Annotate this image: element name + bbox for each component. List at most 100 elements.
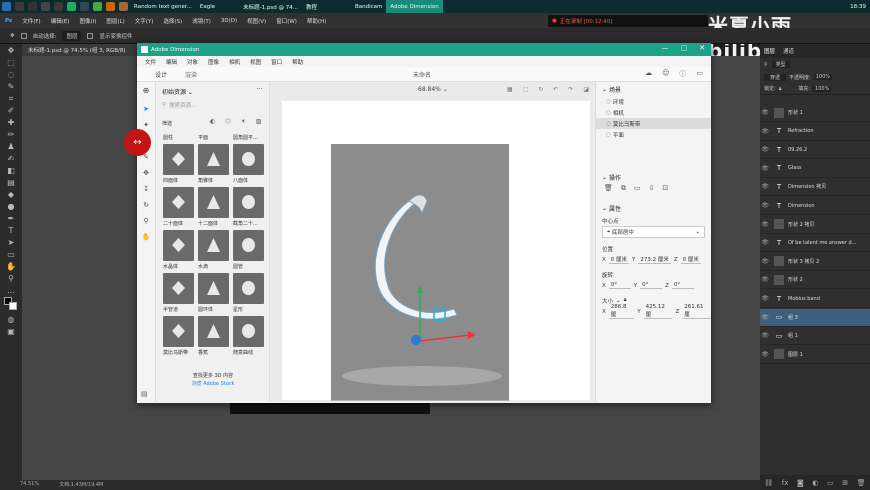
visibility-eye-icon[interactable]: 👁︎ <box>760 351 770 358</box>
visibility-eye-icon[interactable]: 👁︎ <box>760 202 770 209</box>
lasso-tool-icon[interactable]: ◌ <box>4 69 18 80</box>
asset-thumbnail[interactable] <box>233 144 264 175</box>
menu-item[interactable]: 对象 <box>182 58 203 66</box>
menu-item[interactable]: 相机 <box>224 58 245 66</box>
trash-icon[interactable]: 🗑︎ <box>857 479 866 487</box>
asset-thumbnail[interactable] <box>163 273 194 304</box>
scene-render[interactable] <box>282 101 590 401</box>
undo-icon[interactable]: ↶ <box>553 86 558 93</box>
menu-item[interactable]: 图像(I) <box>74 17 101 25</box>
taskbar-tab[interactable]: Random text gener... <box>130 0 196 13</box>
move-tool-icon[interactable]: ✥ <box>10 33 15 39</box>
taskbar-tab[interactable]: 教程 <box>302 0 321 13</box>
asset-thumbnail[interactable] <box>233 187 264 218</box>
scene-item[interactable]: ◌ 莫比乌斯带 <box>596 118 711 129</box>
cloud-icon[interactable]: ☁ <box>645 69 652 79</box>
orbit-tool-icon[interactable]: ↻ <box>137 201 155 209</box>
tab-render[interactable]: 渲染 <box>185 70 197 79</box>
app-icon[interactable] <box>80 2 89 11</box>
blend-mode-dropdown[interactable]: 穿透 <box>764 73 787 81</box>
layer-row[interactable]: 👁︎ 图层 1 <box>760 346 870 364</box>
panel-toggle-icon[interactable]: ▤ <box>141 390 148 398</box>
actions-section-header[interactable]: ⌄ 操作 <box>596 170 711 184</box>
hand-tool-icon[interactable]: ✋ <box>4 261 18 272</box>
material-filter-icon[interactable]: ◐ <box>210 118 215 125</box>
pivot-dropdown[interactable]: ⌖ 底部居中 ⌄ <box>602 226 705 238</box>
visibility-eye-icon[interactable]: 👁︎ <box>760 109 770 116</box>
layer-row[interactable]: 👁︎ 形状 2 拷贝 <box>760 216 870 234</box>
menu-item[interactable]: 窗口 <box>266 58 287 66</box>
app-icon[interactable] <box>119 2 128 11</box>
menu-item[interactable]: 视图 <box>245 58 266 66</box>
shape-tool-icon[interactable]: ▭ <box>4 249 18 260</box>
link-icon[interactable]: ⛓ <box>764 479 773 487</box>
blur-tool-icon[interactable]: ◆ <box>4 189 18 200</box>
quick-mask-icon[interactable]: ◍ <box>4 314 18 325</box>
visibility-eye-icon[interactable]: 👁︎ <box>760 165 770 172</box>
user-icon[interactable]: ☺ <box>662 69 669 79</box>
layer-row[interactable]: 👁︎ T Dimension <box>760 197 870 215</box>
size-y-field[interactable]: 425.12 厘 <box>643 304 673 319</box>
group-icon[interactable]: ⊡ <box>662 184 668 193</box>
visibility-eye-icon[interactable]: 👁︎ <box>760 258 770 265</box>
healing-tool-icon[interactable]: ✚ <box>4 117 18 128</box>
crop-tool-icon[interactable]: ⌗ <box>4 93 18 104</box>
app-icon[interactable] <box>15 2 24 11</box>
hand-tool-icon[interactable]: ✋ <box>137 233 155 241</box>
magic-wand-icon[interactable]: ✦ <box>137 121 155 129</box>
asset-thumbnail[interactable] <box>163 316 194 347</box>
visibility-eye-icon[interactable]: 👁︎ <box>760 295 770 302</box>
viewport[interactable]: 68.84% ⌄ ▦ ⬚ ↻ ↶ ↷ ◪ <box>270 82 595 402</box>
chat-icon[interactable]: ▭ <box>696 69 703 79</box>
opacity-field[interactable]: 100% <box>813 74 832 80</box>
app-icon[interactable] <box>93 2 102 11</box>
asset-thumbnail[interactable] <box>198 273 229 304</box>
move-tool-icon[interactable]: ✥ <box>4 45 18 56</box>
more-tools-icon[interactable]: … <box>4 285 18 296</box>
new-layer-icon[interactable]: ⊞ <box>842 479 848 487</box>
fill-field[interactable]: 100% <box>813 85 832 92</box>
maximize-icon[interactable]: ▢ <box>681 44 688 52</box>
tab-design[interactable]: 设计 <box>155 70 167 79</box>
pen-tool-icon[interactable]: ✒ <box>4 213 18 224</box>
layer-row[interactable]: 👁︎ ▭ 组 3 <box>760 308 870 327</box>
auto-select-checkbox[interactable] <box>20 32 27 39</box>
help-icon[interactable]: ⓘ <box>679 69 686 79</box>
app-icon[interactable] <box>41 2 50 11</box>
grid-icon[interactable]: ▦ <box>507 86 513 93</box>
more-icon[interactable]: ··· <box>256 85 263 93</box>
app-icon[interactable] <box>28 2 37 11</box>
layer-row[interactable]: 👁︎ 形状 1 <box>760 104 870 122</box>
menu-item[interactable]: 图像 <box>203 58 224 66</box>
folder-icon[interactable]: ▭ <box>827 479 834 487</box>
layer-row[interactable]: 👁︎ ▭ 组 1 <box>760 327 870 346</box>
redo-icon[interactable]: ↷ <box>568 86 573 93</box>
visibility-eye-icon[interactable]: 👁︎ <box>760 276 770 283</box>
eraser-tool-icon[interactable]: ◧ <box>4 165 18 176</box>
visibility-eye-icon[interactable]: 👁︎ <box>760 314 770 321</box>
minimize-icon[interactable]: — <box>662 44 669 52</box>
kind-filter-dropdown[interactable]: 类型 <box>771 61 790 68</box>
tab-channels[interactable]: 通道 <box>783 47 794 55</box>
quick-select-tool-icon[interactable]: ✎ <box>4 81 18 92</box>
menu-item[interactable]: 文件(F) <box>17 17 45 25</box>
asset-thumbnail[interactable] <box>198 316 229 347</box>
duplicate-icon[interactable]: ⧉ <box>621 184 626 193</box>
lock-icon[interactable]: 🔒︎ <box>779 86 782 92</box>
layer-row[interactable]: 👁︎ 形状 3 拷贝 2 <box>760 253 870 271</box>
image-filter-icon[interactable]: ▨ <box>256 118 262 125</box>
taskbar-tab[interactable]: Eagle <box>196 0 219 13</box>
scene-section-header[interactable]: ⌄ 场景 <box>596 82 711 96</box>
visibility-eye-icon[interactable]: 👁︎ <box>760 221 770 228</box>
path-select-icon[interactable]: ➤ <box>4 237 18 248</box>
scene-item[interactable]: ◌ 平面 <box>596 129 711 140</box>
rotate-icon[interactable]: ↻ <box>538 86 543 93</box>
chevron-down-icon[interactable]: ⌄ <box>616 298 621 304</box>
trash-icon[interactable]: 🗑︎ <box>604 184 613 193</box>
taskbar-tab[interactable]: Adobe Dimension <box>386 0 443 13</box>
transform-checkbox[interactable] <box>87 32 94 39</box>
library-title[interactable]: 初始资源 ⌄ <box>162 87 193 96</box>
frame-icon[interactable]: ⬚ <box>523 86 529 93</box>
move-tool-icon[interactable]: ✥ <box>137 169 155 177</box>
brush-tool-icon[interactable]: ✏ <box>4 129 18 140</box>
